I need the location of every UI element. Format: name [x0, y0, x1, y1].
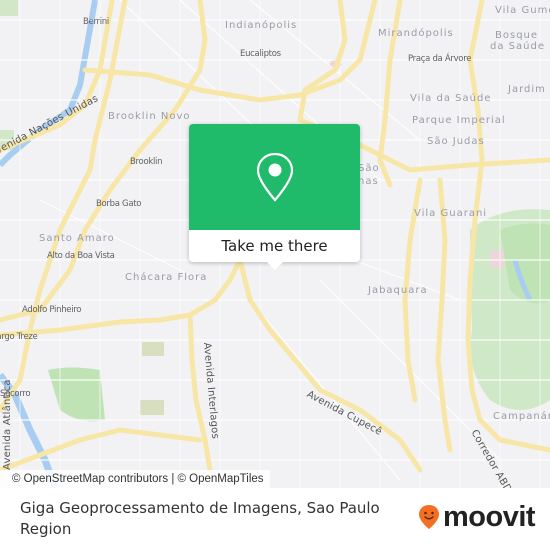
map-attribution[interactable]: © OpenStreetMap contributors | © OpenMap…: [0, 470, 270, 488]
area-label: São Judas: [427, 136, 485, 147]
area-label: Jabaquara: [368, 285, 428, 296]
area-label: Santo Amaro: [39, 233, 115, 244]
moovit-logo[interactable]: moovit: [418, 500, 536, 534]
area-label: Campanár: [493, 411, 550, 422]
station-label: Adolfo Pinheiro: [22, 305, 82, 315]
area-label: Parque Imperial: [412, 115, 506, 126]
road-label: Avenida Atlântica: [2, 379, 13, 470]
park-area: [140, 400, 164, 415]
place-title: Giga Geoprocessamento de Imagens, Sao Pa…: [20, 499, 380, 538]
area-label: Brooklin Novo: [108, 111, 191, 122]
park-area: [48, 367, 105, 422]
area-label: Chácara Flora: [125, 272, 208, 283]
station-label: Eucaliptos: [240, 49, 281, 59]
area-label: nas: [358, 176, 379, 187]
hospital-area: [490, 250, 504, 268]
area-label: da Saúde: [490, 41, 545, 52]
station-label: Alto da Boa Vista: [47, 251, 115, 261]
area-label: Vila Guarani: [414, 208, 488, 219]
moovit-smiley-pin-icon: [419, 505, 439, 529]
area-label: Bosque: [495, 30, 539, 41]
park-area: [142, 342, 164, 356]
station-label: Praça da Árvore: [408, 54, 472, 64]
area-label: São: [358, 163, 380, 174]
area-label: Indianópolis: [225, 20, 298, 31]
popup-header: [189, 124, 360, 230]
park-area: [0, 0, 18, 16]
map-pin-icon: [256, 152, 294, 202]
area-label: Vila da Saúde: [410, 93, 492, 104]
area-label: Vila Gume: [495, 5, 550, 16]
take-me-there-button[interactable]: Take me there: [189, 230, 360, 262]
location-popup[interactable]: Take me there: [189, 124, 360, 270]
map-view[interactable]: Indianópolis Mirandópolis Vila Gume Bosq…: [0, 0, 550, 488]
station-label: Largo Treze: [0, 332, 38, 342]
station-label: Berrini: [83, 17, 109, 27]
footer-bar: Giga Geoprocessamento de Imagens, Sao Pa…: [0, 488, 550, 550]
popup-pointer: [267, 262, 283, 270]
station-label: Borba Gato: [96, 199, 142, 209]
area-label: Mirandópolis: [378, 28, 454, 39]
moovit-wordmark: moovit: [443, 500, 536, 533]
area-label: Jardim d: [508, 84, 550, 95]
station-label: Brooklin: [130, 157, 163, 167]
